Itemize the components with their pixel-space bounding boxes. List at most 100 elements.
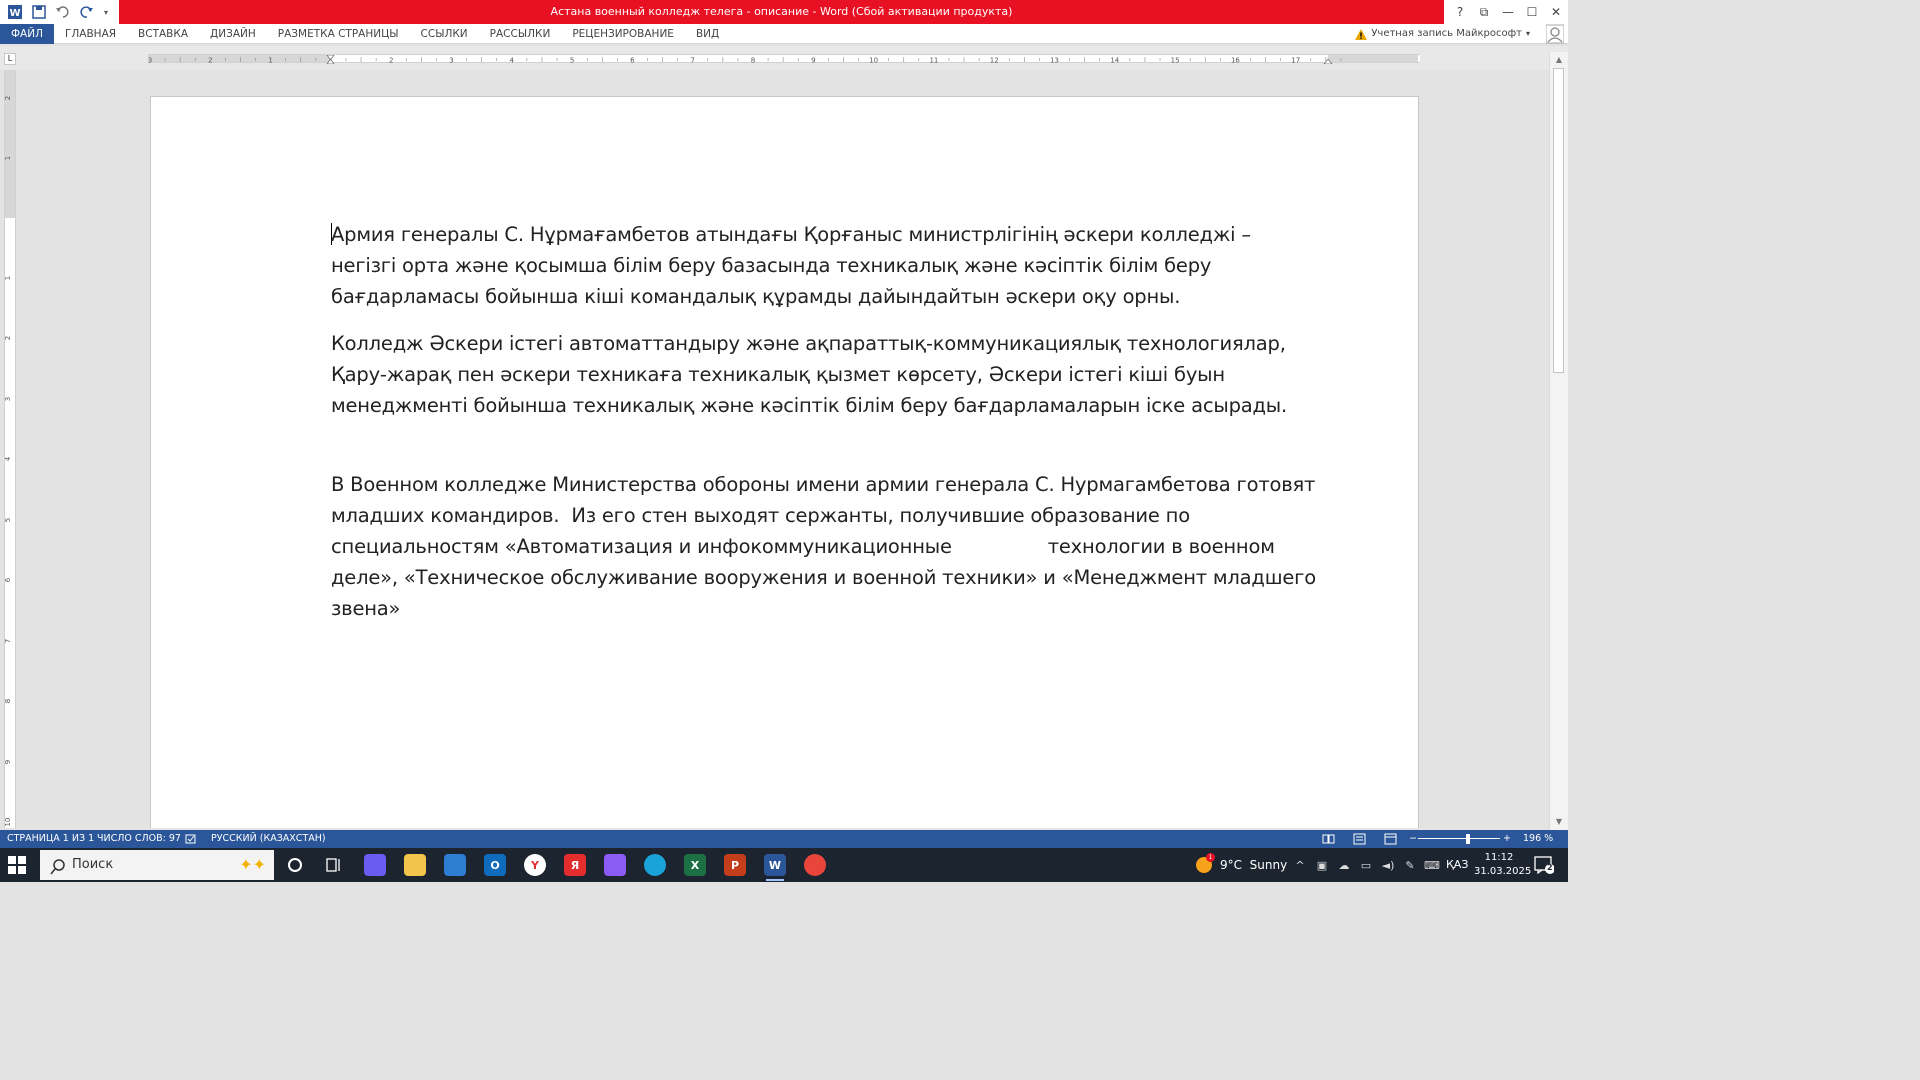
tab-references[interactable]: ССЫЛКИ <box>410 24 479 44</box>
horizontal-ruler[interactable]: 3211234567891011121314151617 <box>148 54 1420 65</box>
tab-design[interactable]: ДИЗАЙН <box>199 24 267 44</box>
sun-icon: 1 <box>1196 853 1215 873</box>
tab-view[interactable]: ВИД <box>685 24 730 44</box>
tab-selector[interactable]: L <box>4 53 16 65</box>
zoom-slider-knob[interactable] <box>1466 834 1470 844</box>
ruler-number: 12 <box>990 57 999 65</box>
word-count[interactable]: ЧИСЛО СЛОВ: 97 <box>97 830 181 848</box>
task-view-icon[interactable] <box>323 854 345 876</box>
ruler-number: 7 <box>5 639 12 643</box>
tab-mailings[interactable]: РАССЫЛКИ <box>479 24 562 44</box>
document-area[interactable]: Армия генералы С. Нұрмағамбетов атындағы… <box>18 70 1548 828</box>
customize-qat-icon[interactable]: ▾ <box>102 3 110 21</box>
paragraph-1[interactable]: Армия генералы С. Нұрмағамбетов атындағы… <box>331 219 1316 312</box>
help-button[interactable]: ? <box>1448 0 1472 24</box>
ribbon-display-options-button[interactable]: ⧉ <box>1472 0 1496 24</box>
edge-icon[interactable] <box>644 854 666 876</box>
store-icon[interactable] <box>444 854 466 876</box>
ruler-number: 2 <box>5 96 12 100</box>
vertical-scrollbar[interactable]: ▲ ▼ <box>1549 52 1568 830</box>
ruler-number: 8 <box>5 699 12 703</box>
taskbar-search[interactable]: Поиск ✦✦ <box>40 850 274 880</box>
weather-widget[interactable]: 1 9°C Sunny <box>1196 848 1287 882</box>
chrome-icon[interactable] <box>804 854 826 876</box>
ruler-number: 9 <box>5 760 12 764</box>
paragraph-2[interactable]: Колледж Әскери істегі автоматтандыру жән… <box>331 328 1316 421</box>
word-app-icon[interactable]: W <box>6 3 24 21</box>
minimize-button[interactable]: — <box>1496 0 1520 24</box>
file-explorer-icon[interactable] <box>404 854 426 876</box>
ruler-number: 9 <box>811 57 815 65</box>
save-icon[interactable] <box>30 3 48 21</box>
account-menu[interactable]: Учетная запись Майкрософт ▾ <box>1355 24 1530 44</box>
avatar-icon[interactable] <box>1545 24 1565 44</box>
tab-insert[interactable]: ВСТАВКА <box>127 24 199 44</box>
yandex-browser-icon[interactable]: Y <box>524 854 546 876</box>
search-placeholder: Поиск <box>72 857 114 872</box>
yandex-icon[interactable]: Я <box>564 854 586 876</box>
ruler-number: 4 <box>5 456 12 461</box>
tray-expand-icon[interactable]: ^ <box>1292 859 1308 872</box>
ruler-number: 3 <box>5 397 12 401</box>
clock-date: 31.03.2025 <box>1474 866 1532 877</box>
excel-icon[interactable]: X <box>684 854 706 876</box>
volume-icon[interactable]: ◄) <box>1380 859 1396 872</box>
word-icon[interactable]: W <box>764 854 786 881</box>
zoom-out-button[interactable]: − <box>1409 830 1417 848</box>
search-icon <box>50 857 66 875</box>
vertical-ruler[interactable]: 2 1 1 2 3 4 5 6 7 8 9 10 <box>4 70 16 828</box>
page-count[interactable]: СТРАНИЦА 1 ИЗ 1 <box>7 830 94 848</box>
undo-icon[interactable] <box>54 3 72 21</box>
ruler-number: 1 <box>268 57 272 65</box>
ruler-number: 1 <box>5 276 12 280</box>
notifications-icon[interactable]: 2 <box>1534 856 1555 875</box>
ruler-number: 17 <box>1291 57 1300 65</box>
input-language[interactable]: ҚАЗ <box>1446 848 1468 882</box>
tab-home[interactable]: ГЛАВНАЯ <box>54 24 127 44</box>
windows-start-icon[interactable] <box>8 856 26 874</box>
paragraph-3[interactable]: В Военном колледже Министерства обороны … <box>331 469 1316 624</box>
tab-page-layout[interactable]: РАЗМЕТКА СТРАНИЦЫ <box>267 24 410 44</box>
document-page[interactable]: Армия генералы С. Нұрмағамбетов атындағы… <box>150 96 1419 828</box>
m365-icon[interactable] <box>604 854 626 876</box>
zoom-level[interactable]: 196 % <box>1523 830 1553 848</box>
ruler-number: 8 <box>751 57 755 65</box>
ruler-number: 6 <box>630 57 635 65</box>
clock[interactable]: 11:12 31.03.2025 <box>1474 851 1532 879</box>
onedrive-icon[interactable]: ☁ <box>1336 859 1352 872</box>
tab-file[interactable]: ФАЙЛ <box>0 24 54 44</box>
proofing-icon[interactable] <box>185 830 199 848</box>
ruler-number: 2 <box>389 57 393 65</box>
print-layout-icon[interactable] <box>1353 830 1367 848</box>
zoom-in-button[interactable]: + <box>1503 830 1511 848</box>
scroll-thumb[interactable] <box>1553 68 1564 373</box>
redo-icon[interactable] <box>78 3 96 21</box>
scroll-down-icon[interactable]: ▼ <box>1550 814 1568 830</box>
document-body[interactable]: Армия генералы С. Нұрмағамбетов атындағы… <box>331 219 1316 624</box>
teams-icon[interactable]: ▣ <box>1314 859 1330 872</box>
ribbon-tabs: ФАЙЛ ГЛАВНАЯ ВСТАВКА ДИЗАЙН РАЗМЕТКА СТР… <box>0 24 1568 44</box>
tab-review[interactable]: РЕЦЕНЗИРОВАНИЕ <box>561 24 685 44</box>
keyboard-icon[interactable]: ⌨ <box>1424 859 1440 872</box>
ruler-number: 15 <box>1171 57 1180 65</box>
zoom-slider[interactable] <box>1418 838 1500 839</box>
web-layout-icon[interactable] <box>1384 830 1398 848</box>
close-button[interactable]: ✕ <box>1544 0 1568 24</box>
ruler-number: 16 <box>1231 57 1240 65</box>
pen-icon[interactable]: ✎ <box>1402 859 1418 872</box>
ruler-number: 6 <box>5 577 12 582</box>
copilot-icon[interactable] <box>364 854 386 876</box>
language-indicator[interactable]: РУССКИЙ (КАЗАХСТАН) <box>211 830 326 848</box>
read-mode-icon[interactable] <box>1322 830 1336 848</box>
weather-text: 9°C Sunny <box>1220 858 1288 872</box>
network-icon[interactable]: ▭ <box>1358 859 1374 872</box>
chevron-down-icon: ▾ <box>1525 29 1530 38</box>
powerpoint-icon[interactable]: P <box>724 854 746 876</box>
scroll-up-icon[interactable]: ▲ <box>1550 52 1568 68</box>
outlook-icon[interactable]: O <box>484 854 506 876</box>
ruler-number: 5 <box>5 518 12 522</box>
maximize-button[interactable]: ☐ <box>1520 0 1544 24</box>
status-bar: СТРАНИЦА 1 ИЗ 1 ЧИСЛО СЛОВ: 97 РУССКИЙ (… <box>0 830 1568 848</box>
window-title: Астана военный колледж телега - описание… <box>550 5 1013 18</box>
cortana-icon[interactable] <box>284 854 306 876</box>
